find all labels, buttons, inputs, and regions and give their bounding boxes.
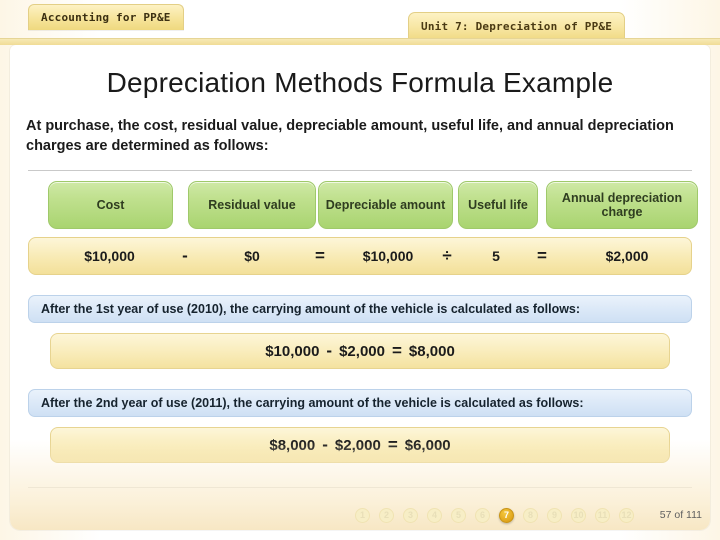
operator-equals-1: = [315, 246, 325, 266]
tab-unit-label: Unit 7: Depreciation of PP&E [421, 20, 613, 33]
statement-year-2: After the 2nd year of use (2011), the ca… [28, 389, 692, 418]
statement-year-2-label: After the 2nd year of use (2011), the ca… [41, 396, 584, 411]
column-header-cost-label: Cost [96, 198, 125, 213]
operator-divide: ÷ [442, 246, 452, 266]
page-dot-12[interactable]: 12 [619, 508, 634, 523]
formula-value-row: $10,000 - $0 = $10,000 ÷ 5 = $2,000 [28, 237, 692, 276]
value-useful-life: 5 [492, 248, 500, 265]
calculation-year-2: $8,000 - $2,000 = $6,000 [50, 427, 670, 464]
calculation-year-1: $10,000 - $2,000 = $8,000 [50, 333, 670, 370]
tab-course-label: Accounting for PP&E [41, 11, 171, 24]
slide-background: Accounting for PP&E Unit 7: Depreciation… [0, 0, 720, 540]
page-dot-10[interactable]: 10 [571, 508, 586, 523]
statement-year-1: After the 1st year of use (2010), the ca… [28, 295, 692, 324]
page-dot-5[interactable]: 5 [451, 508, 466, 523]
formula-table: Cost Residual value Depreciable amount U… [28, 181, 698, 276]
column-header-annual-depreciation-charge-label: Annual depreciation charge [561, 191, 683, 220]
column-header-residual-value-label: Residual value [208, 198, 296, 213]
page-dot-6[interactable]: 6 [475, 508, 490, 523]
calc-year-1-result: $8,000 [408, 342, 455, 360]
page-title: Depreciation Methods Formula Example [106, 67, 614, 98]
calc-year-1-operator-minus: - [326, 341, 333, 361]
page-dot-11[interactable]: 11 [595, 508, 610, 523]
column-header-depreciable-amount: Depreciable amount [318, 181, 453, 230]
calc-year-2-result: $6,000 [404, 436, 451, 454]
operator-minus-1: - [182, 246, 188, 266]
operator-equals-2: = [537, 246, 547, 266]
value-residual-value: $0 [244, 248, 260, 265]
calc-year-2-operand-a: $8,000 [269, 436, 316, 454]
calc-year-2-operator-minus: - [322, 435, 328, 455]
page-dot-9[interactable]: 9 [547, 508, 562, 523]
page-dot-7[interactable]: 7 [499, 508, 514, 523]
page-counter: 57 of 111 [659, 509, 702, 521]
tab-course[interactable]: Accounting for PP&E [28, 4, 184, 30]
page-dot-4[interactable]: 4 [427, 508, 442, 523]
page-dot-8[interactable]: 8 [523, 508, 538, 523]
statement-year-1-label: After the 1st year of use (2010), the ca… [41, 302, 581, 317]
top-tab-bar: Accounting for PP&E Unit 7: Depreciation… [0, 0, 720, 45]
calc-year-1-operand-a: $10,000 [265, 342, 320, 360]
calc-year-1-operand-b: $2,000 [339, 342, 385, 360]
intro-text: At purchase, the cost, residual value, d… [26, 118, 674, 154]
pagination[interactable]: 1 2 3 4 5 6 7 8 9 10 11 12 [355, 508, 634, 523]
column-header-annual-depreciation-charge: Annual depreciation charge [546, 181, 698, 230]
slide-card: Depreciation Methods Formula Example At … [10, 45, 710, 530]
calc-year-2-operand-b: $2,000 [334, 436, 381, 454]
column-header-depreciable-amount-label: Depreciable amount [325, 198, 446, 213]
tab-unit[interactable]: Unit 7: Depreciation of PP&E [408, 12, 626, 40]
calc-year-1-operator-equals: = [391, 341, 402, 361]
value-cost: $10,000 [84, 248, 135, 265]
divider-bottom [28, 487, 692, 489]
page-dot-2[interactable]: 2 [379, 508, 394, 523]
column-header-cost: Cost [48, 181, 173, 230]
formula-header-row: Cost Residual value Depreciable amount U… [28, 181, 698, 231]
page-dot-3[interactable]: 3 [403, 508, 418, 523]
column-header-useful-life-label: Useful life [468, 198, 528, 213]
tab-strip-divider [0, 38, 720, 45]
column-header-useful-life: Useful life [458, 181, 538, 230]
divider-top [28, 170, 692, 172]
column-header-residual-value: Residual value [188, 181, 316, 230]
footer: 1 2 3 4 5 6 7 8 9 10 11 12 57 of 111 [0, 508, 720, 534]
value-depreciable-amount: $10,000 [362, 248, 414, 265]
calc-year-2-operator-equals: = [387, 435, 398, 455]
value-annual-depreciation-charge: $2,000 [605, 248, 649, 265]
page-dot-1[interactable]: 1 [355, 508, 370, 523]
